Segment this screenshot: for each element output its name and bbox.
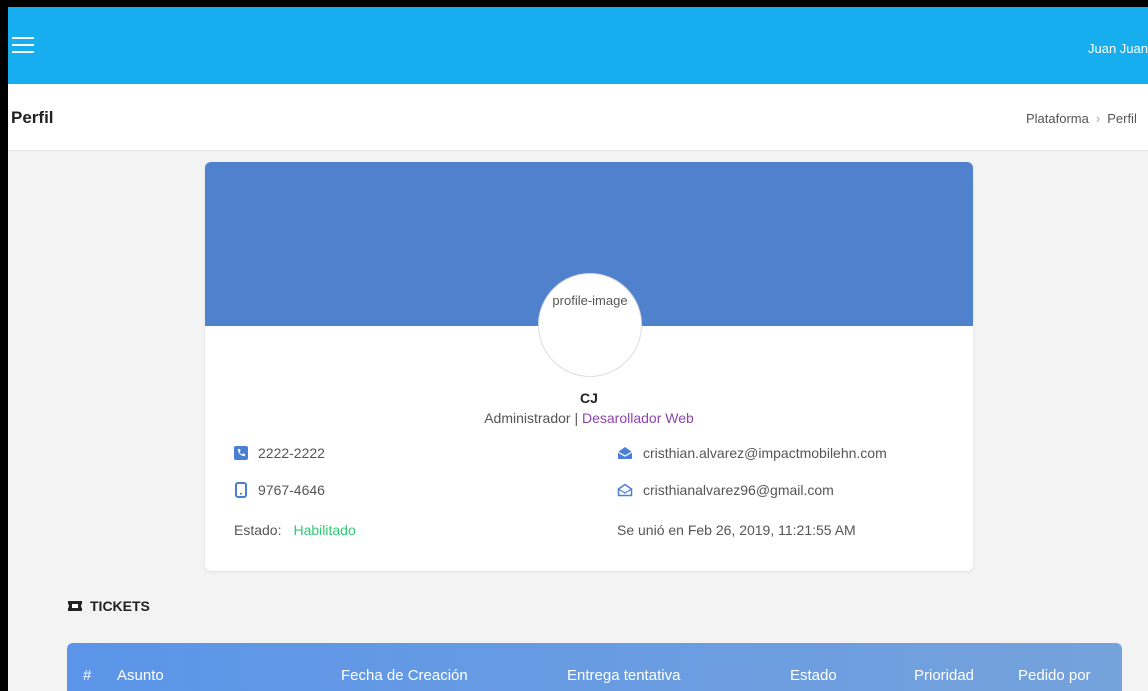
phone-icon: [234, 446, 248, 460]
profile-role-line: Administrador | Desarollador Web: [205, 410, 973, 426]
column-header-estado[interactable]: Estado: [790, 667, 837, 684]
column-header-pedido-por[interactable]: Pedido por: [1018, 667, 1091, 684]
avatar-alt-text: profile-image: [552, 292, 628, 308]
status-badge: Habilitado: [293, 522, 356, 538]
envelope-outline-icon: [617, 483, 633, 497]
breadcrumb-item-perfil: Perfil: [1107, 111, 1137, 126]
top-navbar: Juan Juan: [8, 7, 1148, 84]
page-header: Perfil Plataforma › Perfil: [8, 84, 1148, 151]
avatar: profile-image: [538, 273, 642, 377]
profile-name: CJ: [580, 390, 598, 406]
column-header-number[interactable]: #: [83, 667, 91, 684]
column-header-prioridad[interactable]: Prioridad: [914, 667, 974, 684]
app-frame: Juan Juan Perfil Plataforma › Perfil profi…: [8, 7, 1148, 691]
tickets-title: TICKETS: [90, 598, 150, 614]
personal-email-info: cristhianalvarez96@gmail.com: [617, 482, 834, 498]
role-separator: |: [574, 410, 579, 426]
work-email-info: cristhian.alvarez@impactmobilehn.com: [617, 445, 887, 461]
hamburger-icon[interactable]: [12, 37, 34, 55]
status-label: Estado:: [234, 522, 282, 538]
column-header-asunto[interactable]: Asunto: [117, 667, 164, 684]
column-header-fecha-creacion[interactable]: Fecha de Creación: [341, 667, 468, 684]
breadcrumb: Plataforma › Perfil: [1026, 111, 1137, 126]
profile-role: Administrador: [484, 410, 571, 426]
status-info: Estado: Habilitado: [234, 522, 356, 538]
phone-number: 2222-2222: [258, 445, 325, 461]
joined-date: Se unió en Feb 26, 2019, 11:21:55 AM: [617, 522, 856, 538]
mobile-info: 9767-4646: [234, 482, 325, 498]
mobile-number: 9767-4646: [258, 482, 325, 498]
personal-email[interactable]: cristhianalvarez96@gmail.com: [643, 482, 834, 498]
profile-job-title: Desarollador Web: [582, 410, 694, 426]
work-email[interactable]: cristhian.alvarez@impactmobilehn.com: [643, 445, 887, 461]
envelope-open-icon: [617, 447, 633, 459]
column-header-entrega-tentativa[interactable]: Entrega tentativa: [567, 667, 680, 684]
tickets-table-header: # Asunto Fecha de Creación Entrega tenta…: [67, 643, 1122, 691]
ticket-icon: [68, 601, 82, 611]
page-title: Perfil: [11, 108, 54, 127]
mobile-icon: [235, 482, 247, 498]
chevron-right-icon: ›: [1095, 111, 1101, 126]
joined-info: Se unió en Feb 26, 2019, 11:21:55 AM: [617, 522, 856, 538]
profile-card: profile-image CJ Administrador | Desarol…: [205, 162, 973, 571]
tickets-section-title: TICKETS: [68, 598, 150, 614]
user-menu[interactable]: Juan Juan: [1088, 41, 1148, 56]
breadcrumb-item-plataforma[interactable]: Plataforma: [1026, 111, 1089, 126]
phone-info: 2222-2222: [234, 445, 325, 461]
